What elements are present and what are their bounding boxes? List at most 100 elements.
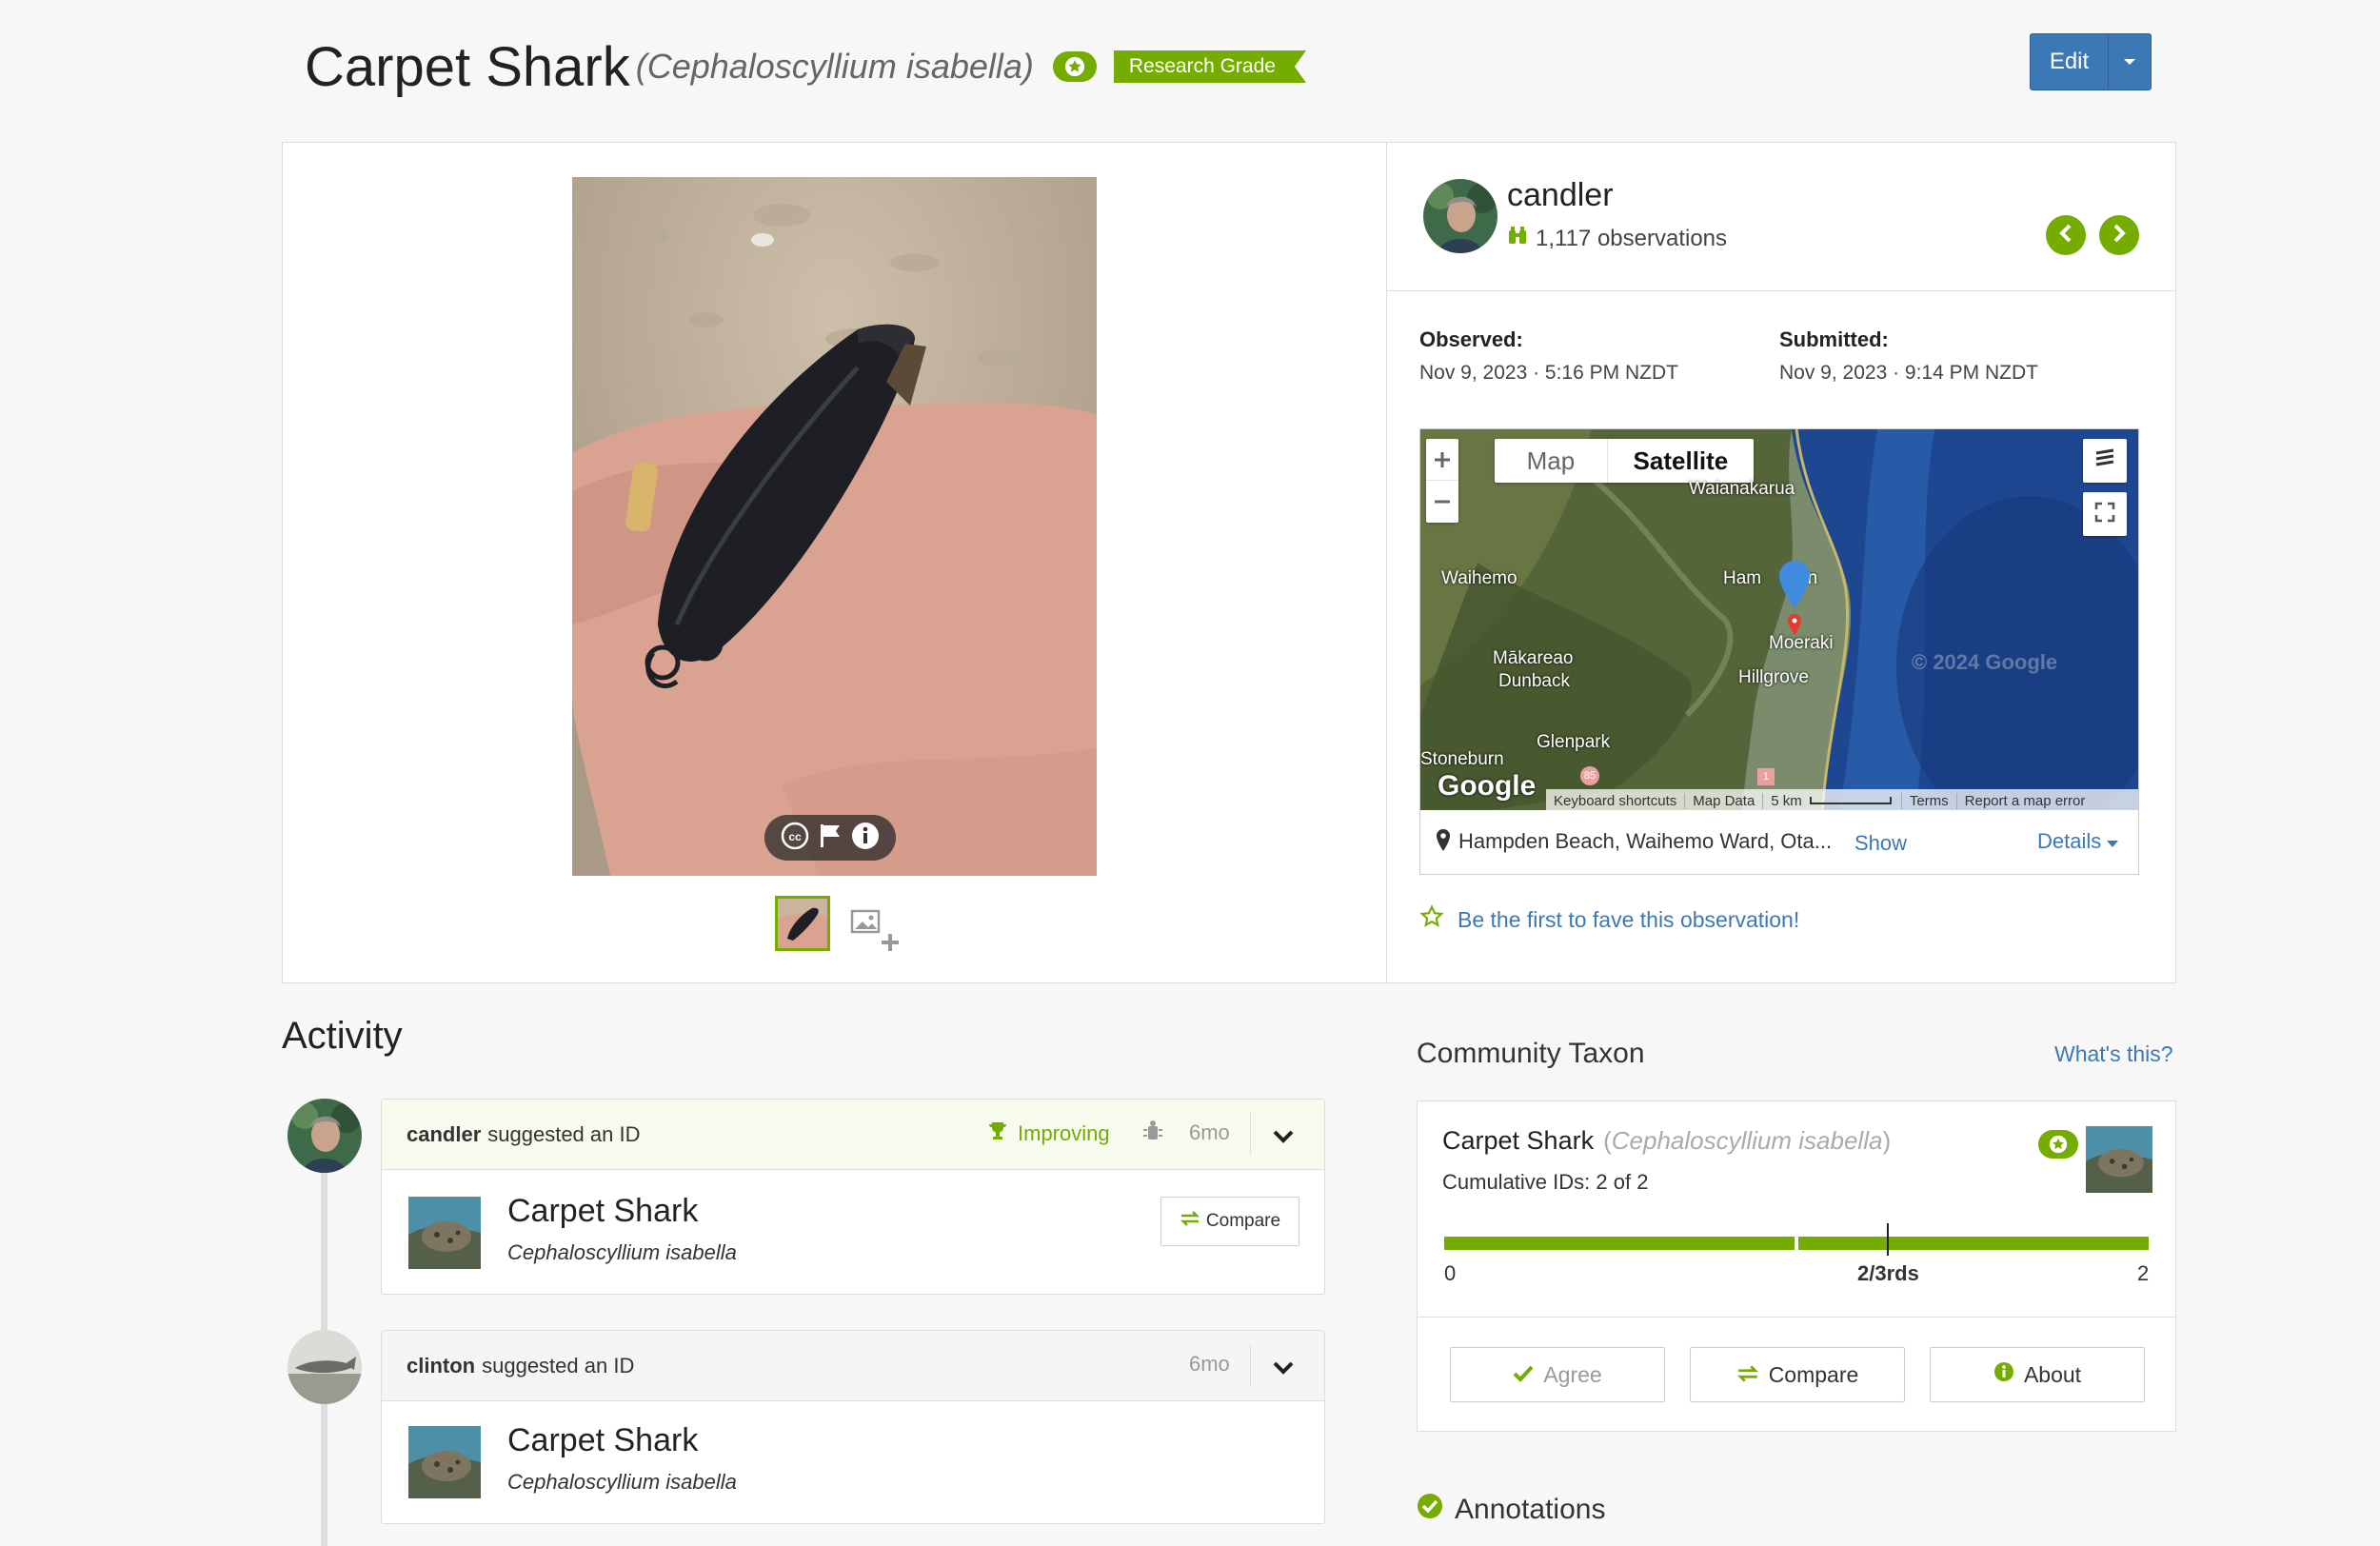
map-place-label: Stoneburn bbox=[1420, 749, 1504, 769]
photo-thumbnail[interactable] bbox=[775, 896, 830, 951]
info-column: candler 1,117 observations Observed: Nov… bbox=[1387, 143, 2175, 982]
star-icon bbox=[2038, 1130, 2078, 1159]
info-icon[interactable] bbox=[851, 822, 880, 855]
identification-body: Carpet Shark Cephaloscyllium isabella Co… bbox=[382, 1170, 1324, 1294]
taxon-common-name[interactable]: Carpet Shark bbox=[305, 35, 630, 99]
report-map-error-link[interactable]: Report a map error bbox=[1957, 793, 2093, 809]
identifier-username[interactable]: clinton bbox=[407, 1354, 475, 1378]
observer-username[interactable]: candler bbox=[1507, 177, 1614, 214]
add-photo-icon[interactable] bbox=[850, 909, 903, 957]
previous-observation-button[interactable] bbox=[2046, 215, 2086, 255]
map-place-label: Glenpark bbox=[1537, 732, 1611, 752]
agent-icon bbox=[1141, 1119, 1164, 1151]
research-grade-badge: Research Grade bbox=[1113, 50, 1306, 83]
chevron-down-icon[interactable] bbox=[1273, 1356, 1294, 1380]
taxon-photo[interactable] bbox=[2086, 1126, 2152, 1193]
show-location-link[interactable]: Show bbox=[1854, 831, 1907, 856]
agree-button[interactable]: Agree bbox=[1450, 1347, 1665, 1402]
taxon-scientific-name[interactable]: Cephaloscyllium isabella bbox=[507, 1470, 737, 1495]
observation-count[interactable]: 1,117 observations bbox=[1507, 225, 1727, 252]
layers-button[interactable] bbox=[2083, 439, 2127, 483]
info-icon bbox=[1993, 1361, 2014, 1388]
taxon-common-name[interactable]: Carpet Shark bbox=[507, 1193, 698, 1230]
taxon-common-name[interactable]: Carpet Shark bbox=[507, 1422, 698, 1459]
improving-label: Improving bbox=[1018, 1121, 1110, 1145]
about-button[interactable]: About bbox=[1930, 1347, 2145, 1402]
map-place-label: Mākareao bbox=[1493, 648, 1574, 668]
taxon-sci-paren-open: ( bbox=[1603, 1126, 1612, 1155]
two-thirds-marker bbox=[1887, 1223, 1889, 1256]
star-icon bbox=[1052, 51, 1097, 82]
annotations-label[interactable]: Annotations bbox=[1455, 1494, 1605, 1526]
taxon-photo[interactable] bbox=[408, 1426, 481, 1498]
next-observation-button[interactable] bbox=[2099, 215, 2139, 255]
binoculars-icon bbox=[1507, 225, 1528, 252]
fullscreen-icon bbox=[2094, 502, 2115, 527]
details-dropdown[interactable]: Details bbox=[2037, 829, 2119, 854]
observer-row: candler 1,117 observations bbox=[1387, 143, 2175, 291]
chevron-right-icon bbox=[2112, 224, 2127, 248]
chevron-down-icon[interactable] bbox=[1273, 1124, 1294, 1149]
observation-photo[interactable] bbox=[572, 177, 1097, 876]
creative-commons-icon[interactable]: cc bbox=[781, 822, 809, 855]
annotations-heading[interactable]: Annotations bbox=[1417, 1493, 1605, 1527]
layers-icon bbox=[2093, 448, 2116, 474]
taxon-sci-paren-close: ) bbox=[1882, 1126, 1892, 1155]
community-taxon-name[interactable]: Carpet Shark ( Cephaloscyllium isabella … bbox=[1442, 1126, 1891, 1156]
zoom-in-button[interactable] bbox=[1426, 439, 1458, 481]
edit-button[interactable]: Edit bbox=[2030, 33, 2152, 90]
about-label[interactable]: About bbox=[2024, 1362, 2081, 1388]
details-label[interactable]: Details bbox=[2037, 829, 2101, 854]
observed-label: Observed: bbox=[1419, 327, 1523, 351]
scale-label: 5 km bbox=[1771, 792, 1802, 809]
location-map[interactable]: Map Satellite Waianakarua Waihemo Ham en… bbox=[1419, 428, 2139, 811]
identifier-username[interactable]: candler bbox=[407, 1122, 481, 1147]
road-marker: 1 bbox=[1757, 768, 1775, 785]
compare-label[interactable]: Compare bbox=[1769, 1362, 1859, 1388]
keyboard-shortcuts-link[interactable]: Keyboard shortcuts bbox=[1546, 792, 1686, 809]
avatar[interactable] bbox=[288, 1330, 362, 1404]
cumulative-ids: Cumulative IDs: 2 of 2 bbox=[1442, 1170, 1649, 1194]
photo-column: cc bbox=[283, 143, 1387, 982]
fave-label[interactable]: Be the first to fave this observation! bbox=[1458, 907, 1799, 933]
check-icon bbox=[1513, 1362, 1534, 1388]
svg-text:cc: cc bbox=[788, 830, 802, 843]
fave-observation[interactable]: Be the first to fave this observation! bbox=[1419, 904, 1799, 935]
taxon-scientific-name[interactable]: Cephaloscyllium isabella bbox=[507, 1240, 737, 1265]
bar-max-label: 2 bbox=[2137, 1261, 2150, 1285]
star-outline-icon[interactable] bbox=[1419, 904, 1444, 935]
flag-icon[interactable] bbox=[818, 823, 843, 854]
exchange-icon bbox=[1736, 1362, 1759, 1388]
page-title: Carpet Shark (Cephaloscyllium isabella) … bbox=[305, 29, 1306, 105]
terms-link[interactable]: Terms bbox=[1900, 792, 1957, 809]
map-tab[interactable]: Map bbox=[1495, 439, 1608, 483]
taxon-scientific-name[interactable]: (Cephaloscyllium isabella) bbox=[636, 47, 1034, 87]
zoom-control bbox=[1426, 439, 1458, 523]
edit-label[interactable]: Edit bbox=[2031, 34, 2109, 89]
whats-this-link[interactable]: What's this? bbox=[2054, 1041, 2173, 1067]
taxon-scientific-name[interactable]: Cephaloscyllium isabella bbox=[1612, 1126, 1883, 1156]
observation-pin-icon[interactable] bbox=[1778, 561, 1811, 613]
avatar[interactable] bbox=[288, 1099, 362, 1173]
bar-min-label: 0 bbox=[1444, 1261, 1457, 1285]
observation-count-label[interactable]: 1,117 observations bbox=[1536, 226, 1727, 252]
submitted-label: Submitted: bbox=[1779, 327, 1889, 351]
fullscreen-button[interactable] bbox=[2083, 492, 2127, 536]
chevron-down-icon[interactable] bbox=[2109, 34, 2151, 89]
taxon-common-name[interactable]: Carpet Shark bbox=[1442, 1126, 1594, 1156]
agree-label[interactable]: Agree bbox=[1543, 1362, 1601, 1388]
location-marker-icon bbox=[1787, 614, 1802, 640]
scale-bar bbox=[1809, 797, 1892, 804]
identification-body: Carpet Shark Cephaloscyllium isabella bbox=[382, 1401, 1324, 1523]
compare-button[interactable]: Compare bbox=[1160, 1197, 1299, 1246]
satellite-tab[interactable]: Satellite bbox=[1608, 439, 1754, 483]
zoom-out-button[interactable] bbox=[1426, 481, 1458, 523]
location-name: Hampden Beach, Waihemo Ward, Ota... bbox=[1458, 829, 1833, 853]
compare-label[interactable]: Compare bbox=[1206, 1211, 1280, 1232]
taxon-photo[interactable] bbox=[408, 1197, 481, 1269]
avatar[interactable] bbox=[1423, 179, 1497, 253]
identification-card: candler suggested an ID Improving 6mo Ca… bbox=[381, 1099, 1325, 1295]
compare-button[interactable]: Compare bbox=[1690, 1347, 1905, 1402]
divider bbox=[1418, 1317, 2175, 1318]
map-data-link[interactable]: Map Data bbox=[1685, 792, 1764, 809]
